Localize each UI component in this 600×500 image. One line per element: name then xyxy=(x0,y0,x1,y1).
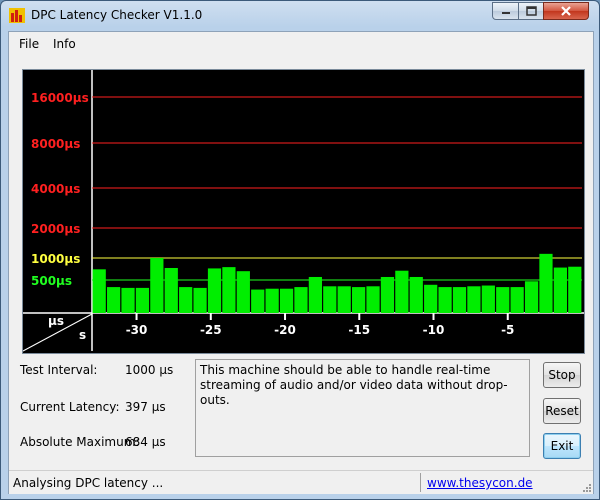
y-tick-label: 2000µs xyxy=(31,222,80,236)
app-window: DPC Latency Checker V1.1.0 File Info 160… xyxy=(0,0,600,500)
latency-bar xyxy=(539,253,553,313)
latency-bar xyxy=(424,284,438,313)
stop-button[interactable]: Stop xyxy=(543,362,581,388)
latency-bar xyxy=(524,281,539,313)
latency-bar xyxy=(481,285,495,313)
x-tick-label: -30 xyxy=(126,323,148,337)
unit-bottom-label: s xyxy=(79,328,86,342)
x-tick-label: -10 xyxy=(423,323,445,337)
status-bar: Analysing DPC latency ... www.thesycon.d… xyxy=(9,470,593,494)
latency-bar xyxy=(207,268,222,313)
latency-bar xyxy=(236,271,250,313)
latency-bar xyxy=(92,269,106,313)
status-separator xyxy=(420,473,421,492)
latency-bar xyxy=(438,287,452,313)
latency-bar xyxy=(121,287,135,313)
y-tick-label: 500µs xyxy=(31,274,72,288)
latency-bar xyxy=(107,287,121,313)
y-tick-label: 8000µs xyxy=(31,137,80,151)
latency-bar xyxy=(380,276,395,313)
y-tick-label: 16000µs xyxy=(31,91,89,105)
maximize-button[interactable] xyxy=(518,2,544,20)
latency-bar xyxy=(251,289,265,313)
latency-bar xyxy=(366,286,380,313)
test-interval-label: Test Interval: xyxy=(20,363,98,377)
latency-bar xyxy=(308,276,322,313)
menu-info[interactable]: Info xyxy=(53,37,76,51)
minimize-button[interactable] xyxy=(492,2,519,20)
y-tick-label: 1000µs xyxy=(31,252,80,266)
latency-bar xyxy=(568,266,582,313)
latency-bar xyxy=(179,287,193,313)
latency-bar xyxy=(467,286,481,313)
latency-bar xyxy=(265,288,279,313)
maximize-icon xyxy=(525,6,537,16)
latency-bar xyxy=(135,287,150,313)
latency-bar xyxy=(352,287,366,313)
y-tick-label: 4000µs xyxy=(31,182,80,196)
current-latency-label: Current Latency: xyxy=(20,400,120,414)
latency-bar xyxy=(279,288,294,313)
latency-bar xyxy=(294,287,308,313)
latency-bar xyxy=(323,286,337,313)
resize-grip-icon[interactable] xyxy=(581,482,591,492)
app-icon xyxy=(9,8,25,23)
latency-bar xyxy=(193,287,207,313)
latency-bar xyxy=(510,287,524,313)
close-icon xyxy=(561,6,571,16)
latency-bar xyxy=(150,258,164,313)
latency-chart-svg: 16000µs 8000µs 4000µs 2000µs 1000µs 500µs µs s -… xyxy=(23,70,584,352)
latency-bar xyxy=(395,270,409,313)
x-tick-label: -5 xyxy=(501,323,514,337)
latency-bar xyxy=(222,267,236,313)
latency-bar xyxy=(553,267,567,313)
absolute-maximum-label: Absolute Maximum: xyxy=(20,435,140,449)
website-link[interactable]: www.thesycon.de xyxy=(427,476,533,490)
latency-bar xyxy=(164,267,178,313)
window-title: DPC Latency Checker V1.1.0 xyxy=(31,8,203,22)
x-tick-label: -15 xyxy=(348,323,370,337)
minimize-icon xyxy=(501,12,510,14)
latency-bar xyxy=(496,287,510,313)
latency-bar xyxy=(409,276,423,313)
status-text: Analysing DPC latency ... xyxy=(13,476,164,490)
absolute-maximum-value: 684 µs xyxy=(125,435,166,449)
unit-top-label: µs xyxy=(48,314,64,328)
x-tick-label: -25 xyxy=(200,323,222,337)
menu-file[interactable]: File xyxy=(19,37,39,51)
x-tick-label: -20 xyxy=(274,323,296,337)
latency-bar xyxy=(452,287,467,313)
latency-chart: 16000µs 8000µs 4000µs 2000µs 1000µs 500µs µs s -… xyxy=(22,69,585,354)
reset-button[interactable]: Reset xyxy=(543,398,581,424)
test-interval-value: 1000 µs xyxy=(125,363,174,377)
current-latency-value: 397 µs xyxy=(125,400,166,414)
latency-bar xyxy=(337,286,351,313)
close-button[interactable] xyxy=(543,2,589,20)
status-message-box: This machine should be able to handle re… xyxy=(195,359,530,457)
exit-button[interactable]: Exit xyxy=(543,433,581,459)
menu-bar: File Info xyxy=(9,32,593,56)
client-area: File Info 16000µs 8000µs 4000µs 2000µs 1000µ… xyxy=(8,31,594,494)
title-bar[interactable]: DPC Latency Checker V1.1.0 xyxy=(1,1,599,31)
